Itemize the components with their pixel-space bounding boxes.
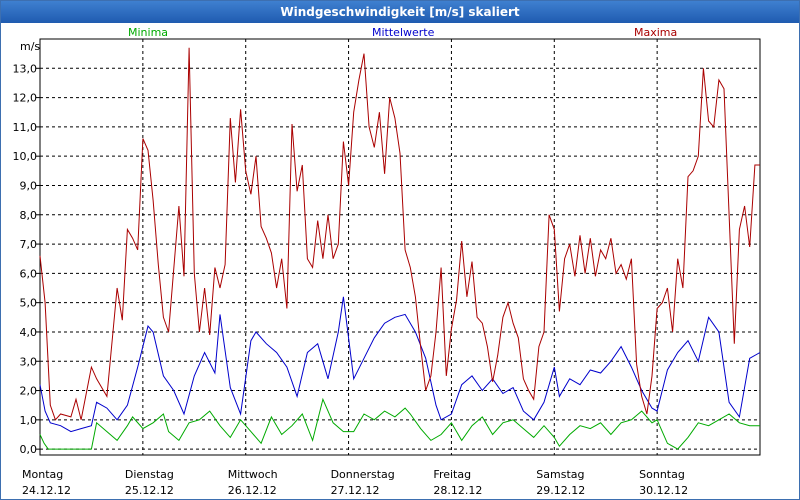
line-chart: 0,0 1,0 2,0 3,0 4,0 5,0 6,0 7,0 8,0 9,0 10,0 11,0 12… [13,38,761,497]
y-tick-label: 3,0 [20,355,38,368]
minima-line [39,397,760,450]
y-tick-label: 10,0 [13,150,38,163]
maxima-line [39,47,760,421]
y-tick-label: 9,0 [20,179,38,192]
x-tick-label-day: Freitag [433,468,471,481]
y-tick-label: 13,0 [13,62,38,75]
x-tick-label-date: 29.12.12 [536,484,585,497]
x-tick-label-date: 27.12.12 [331,484,380,497]
y-tick-label: 8,0 [20,209,38,222]
x-tick-label-date: 28.12.12 [433,484,482,497]
y-tick-label: 7,0 [20,238,38,251]
y-tick-label: 6,0 [20,267,38,280]
y-axis-label: m/s [20,40,40,53]
y-tick-label: 2,0 [20,385,38,398]
x-tick-label-day: Mittwoch [228,468,278,481]
y-tick-label: 11,0 [13,121,38,134]
x-tick-label-date: 25.12.12 [125,484,174,497]
y-tick-label: 4,0 [20,326,38,339]
mittelwerte-line [39,296,761,433]
plot-frame [39,38,761,456]
x-tick-label-date: 30.12.12 [639,484,688,497]
y-tick-label: 5,0 [20,297,38,310]
y-tick-label: 12,0 [13,92,38,105]
x-tick-label-date: 24.12.12 [22,484,71,497]
x-tick-label-day: Samstag [536,468,584,481]
x-tick-label-day: Montag [22,468,63,481]
x-tick-label-day: Donnerstag [331,468,395,481]
y-tick-label: 0,0 [20,443,38,456]
x-tick-label-day: Dienstag [125,468,174,481]
y-tick-label: 1,0 [20,414,38,427]
x-tick-label-date: 26.12.12 [228,484,277,497]
x-tick-label-day: Sonntag [639,468,685,481]
